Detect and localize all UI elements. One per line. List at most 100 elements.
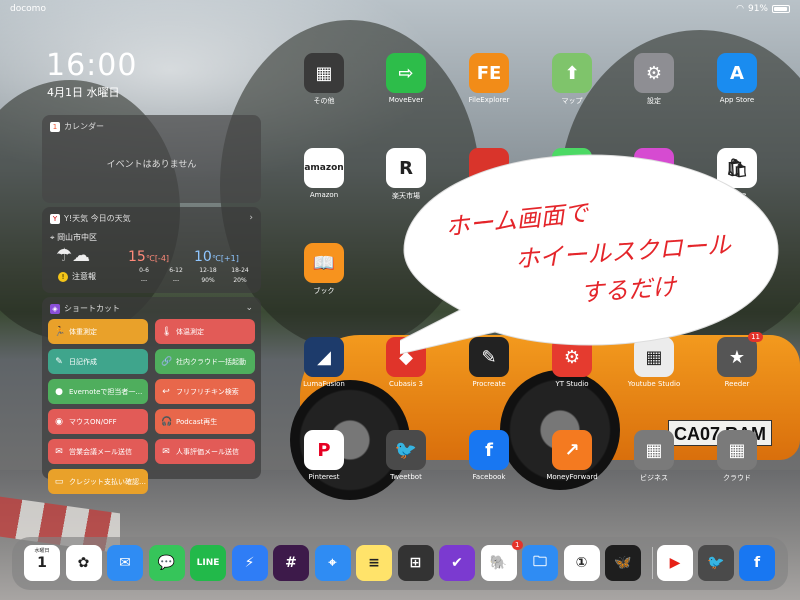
rain-value: 90% — [201, 277, 215, 284]
chevron-right-icon[interactable]: › — [249, 213, 253, 223]
weather-widget[interactable]: Y Y!天気 今日の天気 › ⌖ 岡山市中区 ☂☁ ! 注意報 15℃[-4] … — [42, 207, 261, 293]
low-temp-unit: ℃ — [211, 254, 221, 263]
line-icon[interactable]: LINE — [190, 545, 226, 581]
weather-warning: ! 注意報 — [58, 271, 96, 282]
app-クラウド[interactable]: ▦ クラウド — [701, 430, 773, 483]
evernote-icon: ● — [55, 386, 63, 397]
app-label: App Store — [719, 96, 755, 104]
rain-value: --- — [140, 277, 148, 284]
shortcut-label: 人事評価メール送信 — [176, 447, 239, 456]
onepassword-icon[interactable]: ① — [563, 545, 600, 581]
notes-icon[interactable]: ≡ — [356, 545, 392, 581]
app-moneyforward[interactable]: ↗ MoneyForward — [536, 430, 608, 481]
app-tweetbot[interactable]: 🐦 Tweetbot — [370, 430, 442, 481]
thermometer-icon: 🌡 — [161, 326, 173, 337]
youtube-icon[interactable]: ▶ — [657, 545, 693, 581]
rain-value: 20% — [233, 277, 247, 284]
messenger-icon[interactable]: ⚡ — [231, 545, 268, 581]
shortcut-label: マウスON/OFF — [69, 417, 117, 426]
app-app-store[interactable]: A App Store — [701, 53, 773, 104]
moveever-icon: ⇨ — [386, 53, 426, 93]
app-その他[interactable]: ▦ その他 — [288, 53, 360, 106]
dock-icon-glyph: 🐘 — [489, 555, 508, 571]
shortcut-button[interactable]: ▭ クレジット支払い確認… — [48, 469, 148, 494]
shortcut-button[interactable]: ↩ フリフリチキン検索 — [155, 379, 255, 404]
app-fileexplorer[interactable]: FE FileExplorer — [453, 53, 525, 104]
app-label: Reeder — [724, 380, 750, 388]
app-ブック[interactable]: 📖 ブック — [288, 243, 360, 296]
tweetbot-icon[interactable]: 🐦 — [698, 545, 734, 581]
shortcut-label: 体重測定 — [69, 327, 97, 336]
shortcut-button[interactable]: ● Evernoteで担当者一… — [48, 379, 148, 404]
folder-cloud-icon: ▦ — [717, 430, 757, 470]
app-pinterest[interactable]: P Pinterest — [288, 430, 360, 481]
appstore-icon: A — [717, 53, 757, 93]
widget-header: 1 カレンダー — [50, 121, 104, 132]
shortcut-label: Podcast再生 — [176, 417, 218, 426]
high-temp-value: 15 — [128, 249, 146, 265]
folder-business-icon: ▦ — [634, 430, 674, 470]
widget-title: ショートカット — [64, 304, 120, 313]
dock-icon-glyph: ✔ — [451, 555, 463, 571]
calendar-icon: 1 — [50, 121, 60, 132]
shortcut-button[interactable]: 🎧 Podcast再生 — [155, 409, 255, 434]
shortcut-button[interactable]: 🏃 体重測定 — [48, 319, 148, 344]
app-設定[interactable]: ⚙ 設定 — [618, 53, 690, 106]
shortcut-label: 体温測定 — [176, 327, 204, 336]
files-icon[interactable]: 🗀 — [522, 545, 558, 581]
shortcut-button[interactable]: 🔗 社内クラウド一括起動 — [155, 349, 255, 374]
shortcut-label: 日記作成 — [69, 357, 97, 366]
messages-icon[interactable]: 💬 — [148, 545, 185, 581]
safari-icon[interactable]: ⌖ — [314, 545, 351, 581]
photos-icon[interactable]: ✿ — [65, 545, 102, 581]
mail-icon: ✉ — [55, 446, 63, 457]
calculator-icon[interactable]: ⊞ — [397, 545, 434, 581]
app-label: YT Studio — [555, 380, 589, 388]
app-label: Facebook — [472, 473, 506, 481]
app-label: Youtube Studio — [627, 380, 681, 388]
mail-icon: ✉ — [162, 446, 170, 457]
shortcut-label: フリフリチキン検索 — [176, 387, 239, 396]
notification-badge: 1 — [512, 540, 523, 550]
fileexplorer-icon: FE — [469, 53, 509, 93]
slack-icon[interactable]: # — [273, 545, 309, 581]
app-label: Tweetbot — [390, 473, 422, 481]
books-icon: 📖 — [304, 243, 344, 283]
high-temp-diff: [-4] — [154, 254, 170, 263]
dock-icon-glyph: 🗀 — [533, 554, 547, 570]
app-label: ビジネス — [640, 474, 668, 482]
app-amazon[interactable]: amazon Amazon — [288, 148, 360, 199]
app-label: マップ — [561, 97, 583, 105]
widget-title: Y!天気 今日の天気 — [64, 214, 131, 223]
app-facebook[interactable]: f Facebook — [453, 430, 525, 481]
widget-title: カレンダー — [64, 122, 104, 131]
chevron-down-icon[interactable]: ⌄ — [245, 303, 253, 313]
tes-icon[interactable]: 🦋 — [605, 545, 641, 581]
app-label: MoneyForward — [546, 473, 598, 481]
clock-date: 4月1日 水曜日 — [47, 86, 120, 99]
maps-icon: ⬆ — [552, 53, 592, 93]
shortcut-button[interactable]: ✎ 日記作成 — [48, 349, 148, 374]
shortcut-button[interactable]: ◉ マウスON/OFF — [48, 409, 148, 434]
moneyforward-icon: ↗ — [552, 430, 592, 470]
calendar-widget[interactable]: 1 カレンダー イベントはありません — [42, 115, 261, 203]
app-lumafusion[interactable]: ◢ LumaFusion — [288, 337, 360, 388]
app-ビジネス[interactable]: ▦ ビジネス — [618, 430, 690, 483]
shortcut-button[interactable]: ✉ 営業会議メール送信 — [48, 439, 148, 464]
app-moveever[interactable]: ⇨ MoveEver — [370, 53, 442, 104]
app-マップ[interactable]: ⬆ マップ — [536, 53, 608, 106]
evernote-icon[interactable]: 🐘 1 — [480, 540, 523, 581]
calendar-icon[interactable]: 水曜日 1 — [24, 545, 60, 581]
shortcut-button[interactable]: ✉ 人事評価メール送信 — [155, 439, 255, 464]
shortcut-button[interactable]: 🌡 体温測定 — [155, 319, 255, 344]
facebook-icon[interactable]: f — [739, 545, 775, 581]
low-temp-diff: [+1] — [220, 254, 239, 263]
card-icon: ▭ — [54, 476, 64, 487]
battery-icon — [772, 5, 790, 13]
mail-icon[interactable]: ✉ — [107, 545, 143, 581]
dock: 水曜日 1 ✿ ✉ 💬 LINE ⚡ # ⌖ ≡ ⊞ ✔ 🐘 1 🗀 ① 🦋 ▶ 🐦 f — [12, 537, 788, 590]
arrow-icon: ↩ — [162, 386, 170, 397]
dock-icon-glyph: LINE — [196, 558, 220, 568]
dock-icon-glyph: ⚡ — [244, 555, 255, 571]
omnifocus-icon[interactable]: ✔ — [439, 545, 475, 581]
